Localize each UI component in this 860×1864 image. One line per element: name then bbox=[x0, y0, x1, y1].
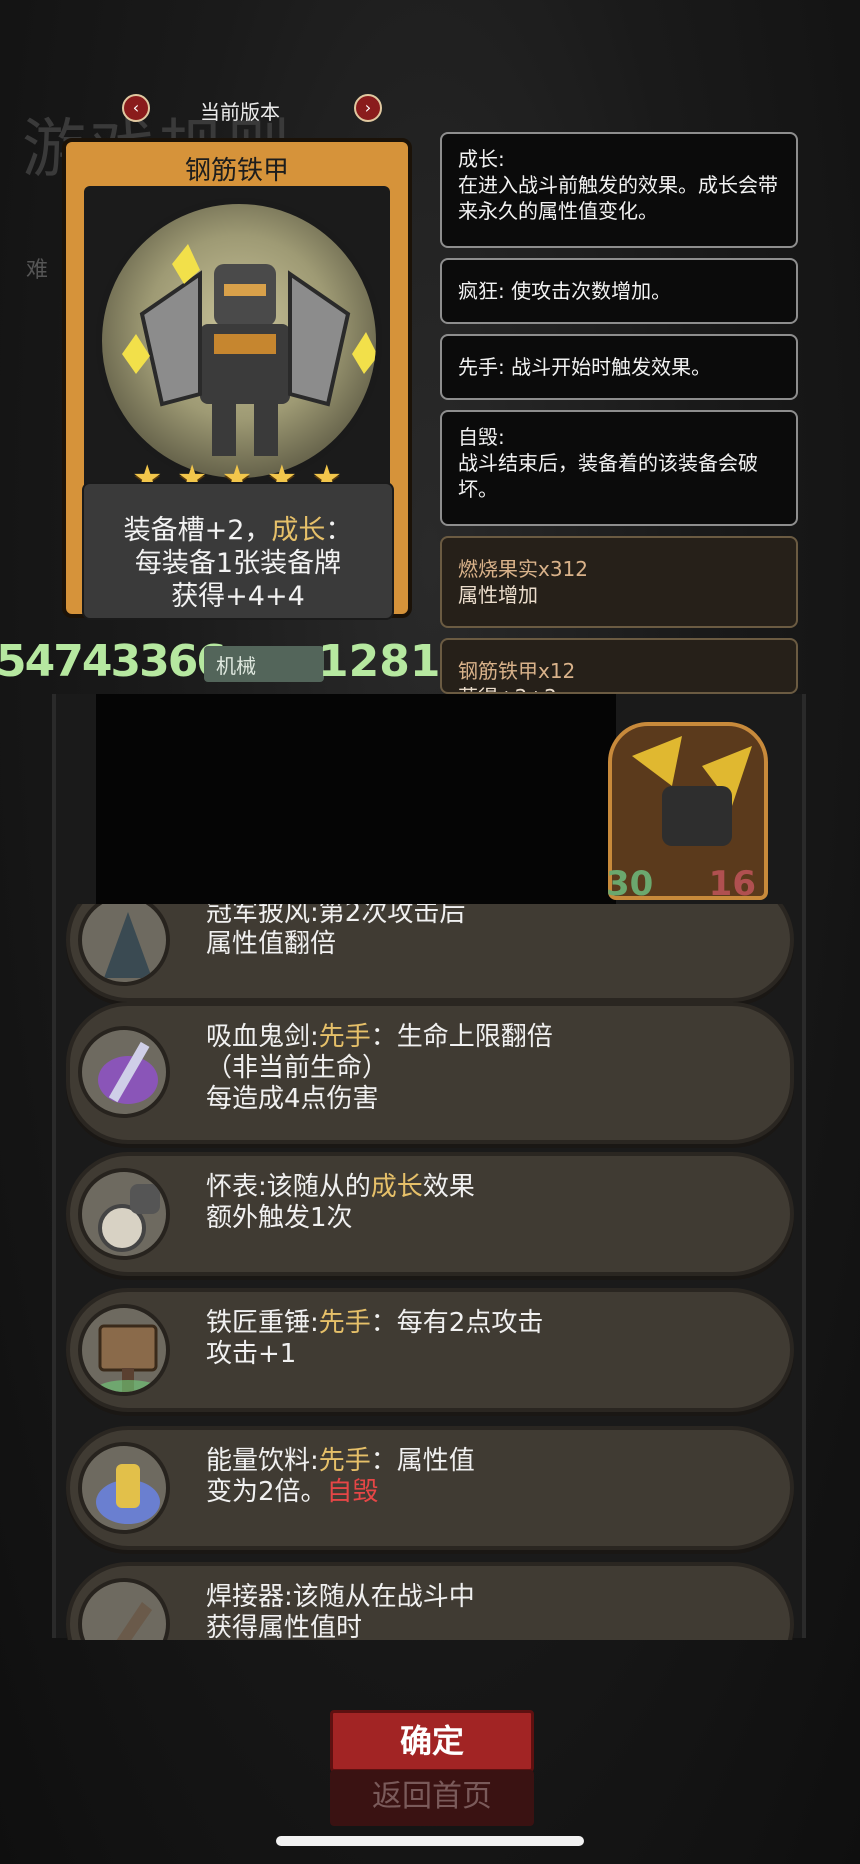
equipment-line2: （非当前生命） bbox=[206, 1053, 389, 1083]
equipment-sep: : bbox=[310, 1022, 319, 1052]
background-difficulty: 难 bbox=[26, 258, 49, 283]
attack-value: 54743366 bbox=[0, 636, 227, 687]
preview-attack: 30 bbox=[606, 864, 654, 904]
equipment-text: ：生命上限翻倍 bbox=[370, 1022, 553, 1052]
equipment-text: 第2次攻击后 bbox=[318, 904, 466, 928]
energy-drink-icon bbox=[78, 1442, 170, 1534]
equipment-sep: : bbox=[284, 1582, 293, 1612]
equipment-sep: : bbox=[310, 904, 319, 928]
keyword-growth: 成长 bbox=[370, 1172, 423, 1202]
equipment-row-welder[interactable]: 焊接器:该随从在战斗中 获得属性值时 bbox=[66, 1562, 794, 1640]
equipment-row-energy-drink[interactable]: 能量饮料:先手：属性值 变为2倍。自毁 bbox=[66, 1426, 794, 1550]
card-desc-text: ： bbox=[325, 515, 353, 546]
card-desc-line1: 装备槽+2，成长： bbox=[84, 514, 392, 547]
equipment-text: ：属性值 bbox=[370, 1446, 475, 1476]
tooltip-title: 燃烧果实x312 bbox=[458, 557, 589, 581]
tooltip-frenzy: 疯狂: 使攻击次数增加。 bbox=[440, 258, 798, 324]
chevron-left-icon[interactable]: ‹ bbox=[122, 94, 150, 122]
equipment-name: 焊接器 bbox=[206, 1582, 285, 1612]
equipment-line2: 变为2倍。自毁 bbox=[206, 1477, 766, 1508]
equipment-name: 怀表 bbox=[206, 1172, 259, 1202]
tooltip-text: 战斗结束后，装备着的该装备会破坏。 bbox=[458, 451, 758, 501]
version-switcher: ‹ 当前版本 › bbox=[120, 92, 382, 128]
equipment-line1: 吸血鬼剑:先手：生命上限翻倍 bbox=[206, 1022, 766, 1053]
card-type: 机械 bbox=[204, 646, 324, 682]
hammer-icon bbox=[78, 1304, 170, 1396]
equipment-sep: : bbox=[310, 1446, 319, 1476]
home-indicator[interactable] bbox=[276, 1836, 584, 1846]
equipment-name: 能量饮料 bbox=[206, 1446, 311, 1476]
card-stat-bar: 54743366 机械 12810 bbox=[0, 636, 471, 688]
minion-preview: 30 16 bbox=[606, 722, 768, 904]
keyword-first-strike: 先手 bbox=[318, 1446, 371, 1476]
equipment-name: 冠军披风 bbox=[206, 904, 311, 928]
equipment-row-vampire-sword[interactable]: 吸血鬼剑:先手：生命上限翻倍 （非当前生命） 每造成4点伤害 bbox=[66, 1002, 794, 1144]
tooltip-text: 先手: 战斗开始时触发效果。 bbox=[458, 355, 712, 379]
equipment-row-champion-cape[interactable]: 冠军披风:第2次攻击后 属性值翻倍 bbox=[66, 904, 794, 1002]
tooltip-rebar-armor: 钢筋铁甲x12 获得+2+2 bbox=[440, 638, 798, 694]
preview-health: 16 bbox=[708, 864, 756, 904]
chevron-right-icon[interactable]: › bbox=[354, 94, 382, 122]
tooltip-text: 疯狂: 使攻击次数增加。 bbox=[458, 279, 672, 303]
equipment-line1: 铁匠重锤:先手：每有2点攻击 bbox=[206, 1308, 766, 1339]
equipment-text: 变为2倍。 bbox=[206, 1477, 327, 1507]
equipment-name: 铁匠重锤 bbox=[206, 1308, 311, 1338]
keyword-self-destruct: 自毁 bbox=[326, 1477, 379, 1507]
confirm-button[interactable]: 确定 bbox=[330, 1710, 534, 1772]
equipment-line1: 冠军披风:第2次攻击后 bbox=[206, 904, 766, 929]
pocket-watch-icon bbox=[78, 1168, 170, 1260]
equipment-desc: 冠军披风:第2次攻击后 属性值翻倍 bbox=[206, 904, 766, 960]
vampire-sword-icon bbox=[78, 1026, 170, 1118]
equipment-desc: 焊接器:该随从在战斗中 获得属性值时 bbox=[206, 1582, 766, 1640]
tooltip-title: 成长: bbox=[458, 147, 505, 171]
tooltip-burning-fruit: 燃烧果实x312 属性增加 bbox=[440, 536, 798, 628]
equipment-text: ：每有2点攻击 bbox=[370, 1308, 544, 1338]
card-desc-line2: 每装备1张装备牌 bbox=[134, 548, 342, 579]
equipment-desc: 铁匠重锤:先手：每有2点攻击 攻击+1 bbox=[206, 1308, 766, 1370]
equipment-line2: 属性值翻倍 bbox=[206, 929, 337, 959]
equipment-text: 效果 bbox=[422, 1172, 475, 1202]
equipment-text: 该随从在战斗中 bbox=[292, 1582, 475, 1612]
welder-icon bbox=[78, 1578, 170, 1640]
robot-icon bbox=[632, 736, 752, 846]
card-desc-line3: 获得+4+4 bbox=[171, 581, 305, 612]
equipment-name: 吸血鬼剑 bbox=[206, 1022, 311, 1052]
tooltip-self-destruct: 自毁: 战斗结束后，装备着的该装备会破坏。 bbox=[440, 410, 798, 526]
equipment-line1: 能量饮料:先手：属性值 bbox=[206, 1446, 766, 1477]
card-portrait bbox=[96, 198, 382, 484]
equipment-line2: 获得属性值时 bbox=[206, 1613, 363, 1640]
armor-robot-icon bbox=[122, 244, 376, 456]
version-label: 当前版本 bbox=[200, 100, 280, 124]
tooltip-first-strike: 先手: 战斗开始时触发效果。 bbox=[440, 334, 798, 400]
equipment-line3: 每造成4点伤害 bbox=[206, 1084, 379, 1114]
equipment-list[interactable]: 冠军披风:第2次攻击后 属性值翻倍 吸血鬼剑:先手：生命上限翻倍 （非当前生命）… bbox=[66, 904, 800, 1640]
keyword-first-strike: 先手 bbox=[318, 1308, 371, 1338]
equipment-desc: 吸血鬼剑:先手：生命上限翻倍 （非当前生命） 每造成4点伤害 bbox=[206, 1022, 766, 1115]
black-overlay bbox=[96, 694, 616, 904]
card-name: 钢筋铁甲 bbox=[184, 156, 289, 186]
equipment-desc: 能量饮料:先手：属性值 变为2倍。自毁 bbox=[206, 1446, 766, 1508]
keyword-growth: 成长 bbox=[271, 515, 326, 546]
equipment-line2: 攻击+1 bbox=[206, 1339, 297, 1369]
tooltip-title: 自毁: bbox=[458, 425, 505, 449]
equipment-line1: 焊接器:该随从在战斗中 bbox=[206, 1582, 766, 1613]
equipment-row-smith-hammer[interactable]: 铁匠重锤:先手：每有2点攻击 攻击+1 bbox=[66, 1288, 794, 1412]
cape-icon bbox=[78, 904, 170, 986]
equipment-line1: 怀表:该随从的成长效果 bbox=[206, 1172, 766, 1203]
tooltip-title: 钢筋铁甲x12 bbox=[458, 659, 576, 683]
equipment-sep: : bbox=[258, 1172, 267, 1202]
tooltip-text: 在进入战斗前触发的效果。成长会带来永久的属性值变化。 bbox=[458, 173, 778, 223]
equipment-text: 该随从的 bbox=[266, 1172, 371, 1202]
return-home-button[interactable]: 返回首页 bbox=[330, 1770, 534, 1826]
keyword-first-strike: 先手 bbox=[318, 1022, 371, 1052]
tooltip-text: 获得+2+2 bbox=[458, 684, 780, 692]
equipment-line2: 额外触发1次 bbox=[206, 1203, 353, 1233]
card-desc-text: 装备槽+2， bbox=[123, 515, 272, 546]
equipment-row-pocket-watch[interactable]: 怀表:该随从的成长效果 额外触发1次 bbox=[66, 1152, 794, 1276]
card-description: 装备槽+2，成长： 每装备1张装备牌 获得+4+4 bbox=[82, 482, 394, 620]
equipment-sep: : bbox=[310, 1308, 319, 1338]
tooltip-text: 属性增加 bbox=[458, 583, 538, 607]
tooltip-growth: 成长: 在进入战斗前触发的效果。成长会带来永久的属性值变化。 bbox=[440, 132, 798, 248]
equipment-desc: 怀表:该随从的成长效果 额外触发1次 bbox=[206, 1172, 766, 1234]
